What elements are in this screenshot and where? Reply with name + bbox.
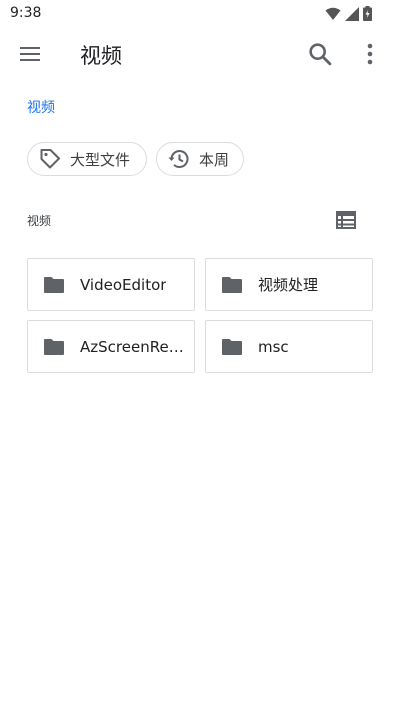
folder-card[interactable]: AzScreenRec... [27, 320, 195, 373]
folder-icon [220, 273, 244, 297]
folder-icon [42, 335, 66, 359]
menu-button[interactable] [18, 42, 44, 66]
tag-icon [38, 147, 62, 171]
cell-signal-icon [345, 6, 359, 25]
history-icon [167, 147, 191, 171]
folder-name: VideoEditor [80, 275, 167, 294]
search-button[interactable] [306, 40, 334, 68]
this-week-chip-label: 本周 [199, 150, 230, 169]
list-view-icon [334, 211, 358, 236]
folder-name: AzScreenRec... [80, 337, 190, 356]
large-files-chip-label: 大型文件 [70, 150, 131, 169]
folder-card[interactable]: VideoEditor [27, 258, 195, 311]
folder-name: msc [258, 337, 289, 356]
more-vert-icon [360, 43, 380, 72]
page-title: 视频 [80, 44, 122, 68]
more-options-button[interactable] [360, 40, 380, 68]
status-icons [325, 6, 372, 25]
folder-name: 视频处理 [258, 276, 319, 294]
folder-card[interactable]: msc [205, 320, 373, 373]
folder-icon [220, 335, 244, 359]
view-toggle-button[interactable] [334, 208, 358, 232]
wifi-icon [325, 6, 341, 25]
folder-icon [42, 273, 66, 297]
folder-card[interactable]: 视频处理 [205, 258, 373, 311]
status-time: 9:38 [10, 5, 42, 21]
menu-icon [18, 47, 42, 70]
battery-icon [363, 6, 372, 25]
status-bar: 9:38 [0, 0, 400, 28]
search-icon [306, 43, 334, 72]
this-week-chip[interactable]: 本周 [156, 142, 244, 176]
app-bar: 视频 [0, 28, 400, 80]
section-label: 视频 [27, 214, 52, 228]
large-files-chip[interactable]: 大型文件 [27, 142, 147, 176]
breadcrumb[interactable]: 视频 [27, 97, 55, 117]
